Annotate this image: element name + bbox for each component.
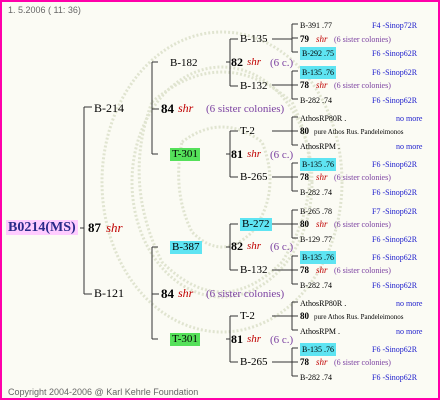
- gen2-sisters-1: (6 c.): [270, 57, 294, 69]
- gen3-label-6[interactable]: B-132: [240, 264, 268, 277]
- gen3-label-5[interactable]: B-272: [240, 218, 272, 231]
- gen4-label-1[interactable]: B-391 .77: [300, 19, 332, 32]
- gen3-label-2[interactable]: B-132: [240, 80, 268, 93]
- gen4-sisters-2: (6 sister colonies): [334, 35, 391, 44]
- gen4-number-14: 80: [300, 219, 309, 229]
- timestamp: 1. 5.2006 ( 11: 36): [8, 5, 81, 15]
- gen2-label-4[interactable]: T-301: [170, 333, 200, 346]
- gen1-number-1: 84: [161, 101, 174, 116]
- gen4-text-20: pure Athos Rus. Pandeleimonos: [314, 313, 404, 321]
- gen1-race-1: shr: [178, 101, 194, 115]
- gen4-label-15[interactable]: B-129 .77: [300, 233, 332, 246]
- gen4-label-3[interactable]: B-292 .75: [300, 47, 336, 60]
- gen4-label-13[interactable]: B-265 .78: [300, 205, 332, 218]
- gen4-race-2: shr: [316, 34, 328, 44]
- gen1-race-2: shr: [178, 286, 194, 300]
- gen4-right-22: F6 -Sinop62R: [372, 345, 418, 354]
- gen4-race-17: shr: [316, 265, 328, 275]
- gen4-number-11: 78: [300, 172, 309, 182]
- gen4-right-12: F6 -Sinop62R: [372, 188, 418, 197]
- gen4-label-6[interactable]: B-282 .74: [300, 94, 332, 107]
- gen2-label-1[interactable]: B-182: [170, 57, 198, 70]
- gen1-label-2[interactable]: B-121: [94, 287, 124, 300]
- gen4-right-3: F6 -Sinop62R: [372, 49, 418, 58]
- gen1-number-2: 84: [161, 286, 174, 301]
- gen4-right-7: no more: [396, 114, 423, 123]
- gen4-label-16[interactable]: B-135 .76: [300, 251, 336, 264]
- gen2-sisters-3: (6 c.): [270, 241, 294, 253]
- gen4-number-17: 78: [300, 265, 309, 275]
- gen4-number-2: 79: [300, 34, 309, 44]
- tree-connectors: [80, 23, 298, 377]
- gen4-race-14: shr: [316, 219, 328, 229]
- gen4-right-16: F6 -Sinop62R: [372, 253, 418, 262]
- gen2-label-3[interactable]: B-387: [170, 241, 202, 254]
- gen4-label-12[interactable]: B-282 .74: [300, 186, 332, 199]
- gen4-sisters-23: (6 sister colonies): [334, 358, 391, 367]
- copyright-footer: Copyright 2004-2006 @ Karl Kehrle Founda…: [8, 387, 199, 397]
- gen1-sisters-2: (6 sister colonies): [206, 288, 285, 300]
- gen4-right-24: F6 -Sinop62R: [372, 373, 418, 382]
- gen2-race-3: shr: [247, 240, 262, 252]
- gen4-sisters-5: (6 sister colonies): [334, 81, 391, 90]
- gen4-sisters-11: (6 sister colonies): [334, 173, 391, 182]
- gen4-right-19: no more: [396, 299, 423, 308]
- gen4-right-18: F6 -Sinop62R: [372, 281, 418, 290]
- gen2-race-2: shr: [247, 148, 262, 160]
- gen4-label-7[interactable]: AthosRP80R .: [300, 112, 346, 125]
- gen2-sisters-4: (6 c.): [270, 334, 294, 346]
- gen4-right-1: F4 -Sinop72R: [372, 21, 418, 30]
- gen3-label-7[interactable]: T-2: [240, 310, 255, 323]
- pedigree-frame: 1. 5.2006 ( 11: 36) B0214(MS) 87 shr B-2…: [0, 0, 440, 400]
- root-queen-label[interactable]: B0214(MS): [6, 220, 78, 235]
- gen1-sisters-1: (6 sister colonies): [206, 103, 285, 115]
- gen2-number-4: 81: [231, 332, 243, 346]
- gen4-number-23: 78: [300, 357, 309, 367]
- gen2-number-3: 82: [231, 239, 243, 253]
- gen2-label-2[interactable]: T-301: [170, 148, 200, 161]
- gen4-race-11: shr: [316, 172, 328, 182]
- gen4-right-15: F6 -Sinop62R: [372, 235, 418, 244]
- root-number: 87: [88, 220, 101, 235]
- gen3-label-3[interactable]: T-2: [240, 125, 255, 138]
- gen2-number-1: 82: [231, 55, 243, 69]
- gen4-label-21[interactable]: AthosRPM .: [300, 325, 340, 338]
- gen4-race-5: shr: [316, 80, 328, 90]
- gen4-right-21: no more: [396, 327, 423, 336]
- gen4-number-8: 80: [300, 126, 309, 136]
- gen4-label-9[interactable]: AthosRPM .: [300, 140, 340, 153]
- gen4-sisters-17: (6 sister colonies): [334, 266, 391, 275]
- gen3-label-4[interactable]: B-265: [240, 171, 268, 184]
- gen2-race-1: shr: [247, 56, 262, 68]
- gen4-right-6: F6 -Sinop62R: [372, 96, 418, 105]
- gen4-right-9: no more: [396, 142, 423, 151]
- gen4-right-13: F7 -Sinop62R: [372, 207, 418, 216]
- gen2-race-4: shr: [247, 333, 262, 345]
- gen4-label-10[interactable]: B-135 .76: [300, 158, 336, 171]
- gen4-label-4[interactable]: B-135 .76: [300, 66, 336, 79]
- gen1-label-1[interactable]: B-214: [94, 102, 124, 115]
- gen3-label-8[interactable]: B-265: [240, 356, 268, 369]
- root-race: shr: [106, 220, 123, 235]
- gen4-label-18[interactable]: B-282 .74: [300, 279, 332, 292]
- gen4-text-8: pure Athos Rus. Pandeleimonos: [314, 128, 404, 136]
- gen3-label-1[interactable]: B-135: [240, 33, 268, 46]
- gen4-number-20: 80: [300, 311, 309, 321]
- gen4-label-24[interactable]: B-282 .74: [300, 371, 332, 384]
- gen4-right-10: F6 -Sinop62R: [372, 160, 418, 169]
- gen2-sisters-2: (6 c.): [270, 149, 294, 161]
- gen4-number-5: 78: [300, 80, 309, 90]
- gen4-sisters-14: (6 sister colonies): [334, 220, 391, 229]
- gen2-number-2: 81: [231, 147, 243, 161]
- gen4-race-23: shr: [316, 357, 328, 367]
- gen4-label-19[interactable]: AthosRP80R .: [300, 297, 346, 310]
- gen4-right-4: F6 -Sinop62R: [372, 68, 418, 77]
- gen4-label-22[interactable]: B-135 .76: [300, 343, 336, 356]
